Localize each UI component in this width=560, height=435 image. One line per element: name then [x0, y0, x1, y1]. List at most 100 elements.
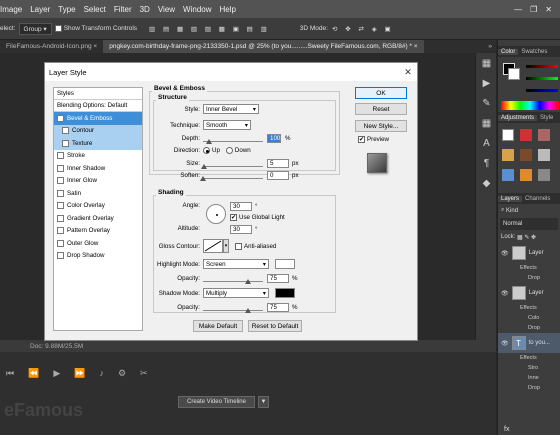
close-icon[interactable]: ✕	[399, 67, 417, 78]
brush-icon[interactable]: ✎	[476, 93, 497, 113]
style-item[interactable]: Contour	[54, 124, 142, 137]
style-item[interactable]: Gradient Overlay	[54, 212, 142, 225]
tab-birthday-frame[interactable]: pngkey.com-birthday-frame-png-2133350-1.…	[103, 40, 424, 53]
style-swatch-none[interactable]	[502, 129, 514, 141]
3d-mode-icons[interactable]: ⟲ ✥ ⇄ ◈ ▣	[332, 25, 394, 33]
green-slider[interactable]	[526, 77, 558, 80]
style-item-checkbox[interactable]	[62, 139, 69, 147]
depth-slider[interactable]	[203, 136, 263, 144]
lock-icons[interactable]: ▦ ✎ ✥	[517, 234, 536, 241]
reset-button[interactable]: Reset	[355, 103, 407, 115]
style-item-checkbox[interactable]	[57, 239, 64, 247]
style-swatch-gold[interactable]	[502, 149, 514, 161]
show-transform-checkbox[interactable]	[54, 25, 62, 32]
angle-dial[interactable]	[206, 204, 226, 224]
shadow-opacity-input[interactable]: 75	[267, 303, 289, 312]
play-button-icon[interactable]: ▶	[53, 368, 60, 379]
depth-input[interactable]: 100	[267, 134, 281, 143]
anti-alias-checkbox[interactable]	[235, 242, 242, 250]
global-light-checkbox[interactable]: ✔	[230, 214, 237, 221]
layer-row[interactable]: 👁 Layer	[498, 243, 560, 263]
tab-layers[interactable]: Layers	[498, 195, 523, 202]
direction-down-radio[interactable]	[225, 147, 233, 154]
style-swatch-red[interactable]	[520, 129, 532, 141]
make-default-button[interactable]: Make Default	[193, 320, 243, 332]
styles-header[interactable]: Styles	[54, 88, 142, 100]
style-swatch-orange[interactable]	[520, 169, 532, 181]
style-item[interactable]: Outer Glow	[54, 237, 142, 250]
highlight-opacity-slider[interactable]	[203, 276, 263, 284]
layer-effect[interactable]: Drop	[498, 323, 560, 333]
tab-android-icon[interactable]: FileFamous-Android-Icon.png ×	[0, 43, 103, 50]
style-swatch-blue[interactable]	[502, 169, 514, 181]
create-video-timeline-button[interactable]: Create Video Timeline	[178, 396, 255, 408]
size-input[interactable]: 5	[267, 159, 289, 168]
menu-image[interactable]: Image	[0, 5, 22, 14]
shadow-opacity-slider[interactable]	[203, 305, 263, 313]
style-item-checkbox[interactable]	[57, 214, 64, 222]
style-item-checkbox[interactable]	[57, 202, 64, 210]
style-swatch-bevel[interactable]	[538, 129, 550, 141]
first-frame-icon[interactable]: ⏮	[6, 368, 14, 379]
highlight-color-swatch[interactable]	[275, 259, 295, 269]
gloss-contour-preview[interactable]	[203, 239, 223, 253]
background-color-swatch[interactable]	[508, 68, 520, 80]
blend-mode-select[interactable]: Normal	[500, 218, 558, 230]
character-icon[interactable]: A	[476, 133, 497, 153]
preview-checkbox[interactable]: ✔	[358, 136, 365, 143]
style-select[interactable]: Inner Bevel ▾	[203, 104, 259, 114]
align-icons[interactable]: ▥ ▤ ▦ ▧ ▨ ▩ ▣ ▤ ▥	[149, 25, 270, 33]
style-item-checkbox[interactable]	[57, 152, 64, 160]
minimize-icon[interactable]: —	[514, 5, 522, 14]
settings-icon[interactable]: ⚙	[118, 368, 126, 379]
tab-channels[interactable]: Channels	[522, 196, 553, 202]
layer-row[interactable]: 👁 Tto you...	[498, 333, 560, 353]
style-item-checkbox[interactable]	[57, 164, 64, 172]
eye-icon[interactable]: 👁	[501, 250, 509, 257]
style-swatch-chrome[interactable]	[538, 149, 550, 161]
highlight-opacity-input[interactable]: 75	[267, 274, 289, 283]
highlight-opacity-thumb[interactable]	[245, 278, 251, 284]
soften-slider-thumb[interactable]	[200, 175, 206, 181]
history-icon[interactable]: ▦	[476, 53, 497, 73]
style-item[interactable]: Drop Shadow	[54, 250, 142, 263]
fx-button[interactable]: fx	[504, 426, 509, 433]
chevron-down-icon[interactable]: ▾	[223, 239, 229, 253]
grid-icon[interactable]: ▦	[476, 113, 497, 133]
highlight-mode-select[interactable]: Screen ▾	[203, 259, 269, 269]
style-item-checkbox[interactable]	[57, 189, 64, 197]
style-item-checkbox[interactable]	[57, 252, 64, 260]
ok-button[interactable]: OK	[355, 87, 407, 99]
3d-icon[interactable]: ◆	[476, 173, 497, 193]
style-item[interactable]: Inner Glow	[54, 175, 142, 188]
technique-select[interactable]: Smooth ▾	[203, 120, 251, 130]
eye-icon[interactable]: 👁	[501, 290, 509, 297]
audio-icon[interactable]: ♪	[99, 368, 104, 378]
depth-slider-thumb[interactable]	[206, 138, 212, 144]
tabs-overflow[interactable]: »	[488, 43, 496, 50]
play-icon[interactable]: ▶	[476, 73, 497, 93]
layer-effect[interactable]: Stro	[498, 363, 560, 373]
menu-layer[interactable]: Layer	[30, 5, 50, 14]
paragraph-icon[interactable]: ¶	[476, 153, 497, 173]
style-item-checkbox[interactable]	[57, 227, 64, 235]
layer-filter[interactable]: ⌕ Kind	[498, 204, 560, 217]
shadow-opacity-thumb[interactable]	[245, 307, 251, 313]
menu-3d[interactable]: 3D	[140, 5, 150, 14]
tab-color[interactable]: Color	[498, 48, 519, 55]
style-item[interactable]: Pattern Overlay	[54, 225, 142, 238]
layer-effect[interactable]: Drop	[498, 273, 560, 283]
soften-slider[interactable]	[200, 173, 263, 181]
red-slider[interactable]	[526, 65, 558, 68]
layer-effect[interactable]: Inne	[498, 373, 560, 383]
new-style-button[interactable]: New Style...	[355, 120, 407, 132]
layer-effect[interactable]: Effects	[498, 303, 560, 313]
style-item[interactable]: ✔ Bevel & Emboss	[54, 112, 142, 125]
layer-effect[interactable]: Effects	[498, 353, 560, 363]
menu-type[interactable]: Type	[58, 5, 75, 14]
shadow-color-swatch[interactable]	[275, 288, 295, 298]
layer-effect[interactable]: Colo	[498, 313, 560, 323]
size-slider[interactable]	[201, 161, 263, 169]
prev-frame-icon[interactable]: ⏪	[28, 368, 39, 379]
timeline-dropdown-icon[interactable]: ▼	[258, 396, 269, 408]
